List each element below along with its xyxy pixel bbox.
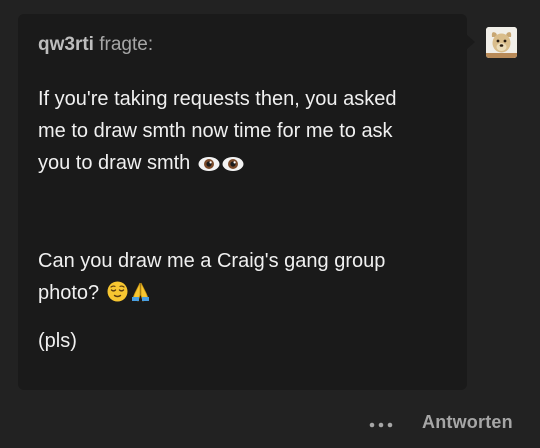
ask-message: If you're taking requests then, you aske… [38, 83, 447, 357]
ellipsis-icon [369, 422, 393, 428]
bubble-pointer [466, 34, 475, 50]
reply-button[interactable]: Antworten [422, 412, 513, 433]
message-line: Can you draw me a Craig's gang group [38, 250, 386, 272]
message-line: you to draw smth [38, 152, 191, 174]
eye-icon [198, 150, 220, 182]
eye-icon [222, 150, 244, 182]
message-paragraph: (pls) [38, 325, 447, 357]
message-line: me to draw smth now time for me to ask [38, 120, 393, 142]
dog-avatar-icon[interactable] [486, 27, 517, 58]
asker-name-link[interactable]: qw3rti [38, 34, 94, 55]
more-options-button[interactable] [366, 414, 398, 436]
message-paragraph: If you're taking requests then, you aske… [38, 83, 447, 182]
asker-line: qw3rti fragte: [38, 33, 447, 57]
asked-label: fragte: [99, 34, 154, 55]
message-line: (pls) [38, 330, 77, 352]
ask-bubble: qw3rti fragte: If you're taking requests… [18, 14, 467, 390]
post-footer: Antworten [0, 410, 540, 440]
folded-hands-icon [130, 280, 151, 312]
message-line: photo? [38, 282, 100, 304]
message-paragraph: Can you draw me a Craig's gang group pho… [38, 245, 447, 312]
message-line: If you're taking requests then, you aske… [38, 88, 397, 110]
ask-post: qw3rti fragte: If you're taking requests… [0, 0, 540, 448]
relieved-face-icon [107, 280, 128, 312]
